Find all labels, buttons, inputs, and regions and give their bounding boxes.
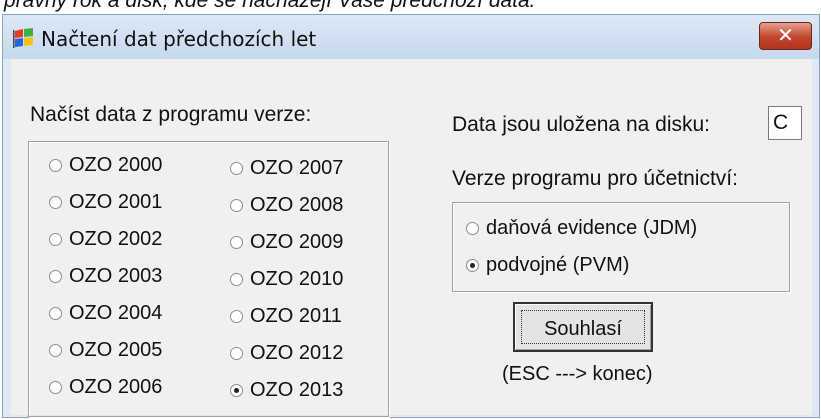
version-label: OZO 2007: [250, 157, 344, 179]
version-radio[interactable]: OZO 2001: [49, 191, 162, 214]
version-label: OZO 2011: [250, 305, 342, 327]
version-label: OZO 2005: [69, 339, 163, 361]
version-label: OZO 2004: [69, 302, 163, 324]
radio-indicator[interactable]: [230, 310, 243, 323]
version-radio[interactable]: OZO 2012: [230, 342, 343, 365]
close-icon: ✕: [777, 23, 794, 47]
radio-indicator[interactable]: [49, 270, 62, 283]
version-label: OZO 2012: [250, 342, 344, 364]
source-version-label: Načíst data z programu verze:: [30, 103, 312, 126]
radio-indicator[interactable]: [49, 344, 62, 357]
version-radio[interactable]: OZO 2005: [49, 339, 162, 362]
version-radio[interactable]: OZO 2000: [49, 154, 162, 177]
radio-indicator[interactable]: [230, 347, 243, 360]
version-radio[interactable]: OZO 2004: [49, 302, 162, 325]
version-radio[interactable]: OZO 2006: [49, 376, 162, 399]
version-label: OZO 2003: [69, 265, 163, 287]
version-radio[interactable]: OZO 2013: [230, 379, 343, 402]
radio-indicator[interactable]: [230, 384, 243, 397]
version-radio[interactable]: OZO 2011: [230, 305, 342, 328]
caption-text: pravný rok a disk, kde se nacházejí Vaše…: [4, 0, 536, 12]
version-label: OZO 2001: [69, 191, 163, 213]
version-radio[interactable]: OZO 2007: [230, 157, 343, 180]
accounting-option-radio[interactable]: podvojné (PVM): [466, 254, 629, 277]
disk-label: Data jsou uložena na disku:: [452, 113, 710, 136]
accounting-option-radio[interactable]: daňová evidence (JDM): [466, 217, 697, 240]
radio-indicator[interactable]: [466, 259, 479, 272]
version-label: OZO 2009: [250, 231, 344, 253]
radio-indicator[interactable]: [230, 199, 243, 212]
title-bar[interactable]: Načtení dat předchozích let ✕: [3, 15, 819, 59]
version-label: OZO 2002: [69, 228, 163, 250]
version-radio[interactable]: OZO 2008: [230, 194, 343, 217]
version-radio[interactable]: OZO 2009: [230, 231, 343, 254]
accounting-group: [452, 202, 790, 292]
accounting-label: Verze programu pro účetnictví:: [452, 167, 738, 190]
window-title: Načtení dat předchozích let: [41, 27, 317, 51]
radio-indicator[interactable]: [49, 381, 62, 394]
agree-button-label: Souhlasí: [521, 310, 645, 344]
version-label: OZO 2008: [250, 194, 344, 216]
version-label: OZO 2013: [250, 379, 344, 401]
accounting-option-label: daňová evidence (JDM): [486, 217, 698, 239]
disk-input[interactable]: C: [768, 106, 802, 140]
agree-button[interactable]: Souhlasí: [513, 302, 653, 352]
background-caption: pravný rok a disk, kde se nacházejí Vaše…: [0, 0, 821, 14]
radio-indicator[interactable]: [49, 233, 62, 246]
radio-indicator[interactable]: [230, 162, 243, 175]
radio-indicator[interactable]: [466, 222, 479, 235]
radio-indicator[interactable]: [49, 159, 62, 172]
version-radio[interactable]: OZO 2003: [49, 265, 162, 288]
esc-hint: (ESC ---> konec): [502, 363, 653, 385]
radio-indicator[interactable]: [230, 236, 243, 249]
windows-flag-icon: [13, 28, 33, 48]
dialog-body: Načíst data z programu verze: OZO 2000 OZ…: [11, 59, 812, 417]
version-label: OZO 2000: [69, 154, 163, 176]
version-label: OZO 2006: [69, 376, 163, 398]
radio-indicator[interactable]: [230, 273, 243, 286]
version-label: OZO 2010: [250, 268, 344, 290]
close-button[interactable]: ✕: [759, 22, 812, 50]
radio-indicator[interactable]: [49, 196, 62, 209]
dialog-window: Načtení dat předchozích let ✕ Načíst dat…: [2, 14, 820, 418]
version-radio[interactable]: OZO 2010: [230, 268, 343, 291]
radio-indicator[interactable]: [49, 307, 62, 320]
version-radio[interactable]: OZO 2002: [49, 228, 162, 251]
accounting-option-label: podvojné (PVM): [486, 254, 630, 276]
